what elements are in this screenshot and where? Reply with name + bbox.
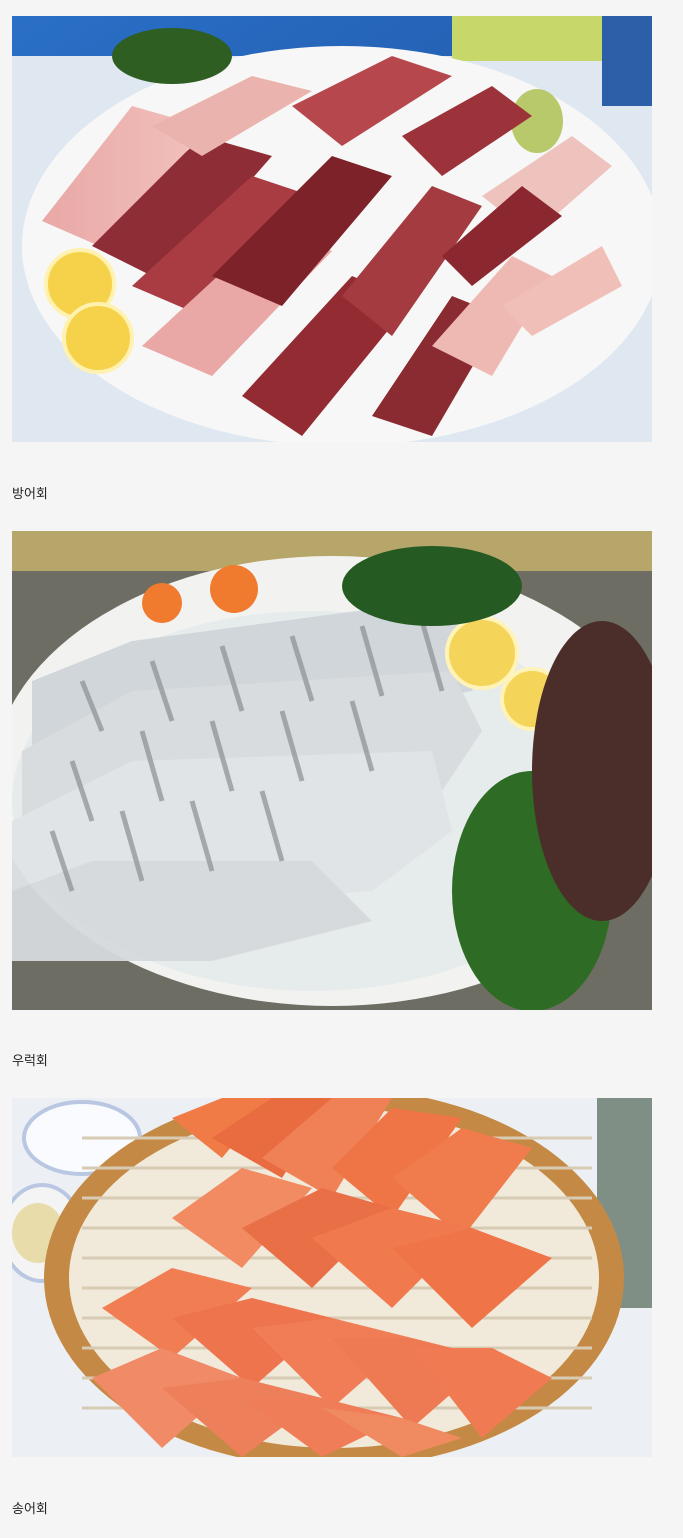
caption-rockfish: 우럭회 xyxy=(12,1054,48,1069)
rockfish-sashimi-photo xyxy=(12,531,652,1010)
yellowtail-sashimi-photo xyxy=(12,16,652,442)
caption-trout: 송어회 xyxy=(12,1502,48,1517)
caption-yellowtail: 방어회 xyxy=(12,487,48,502)
trout-sashimi-photo xyxy=(12,1098,652,1457)
